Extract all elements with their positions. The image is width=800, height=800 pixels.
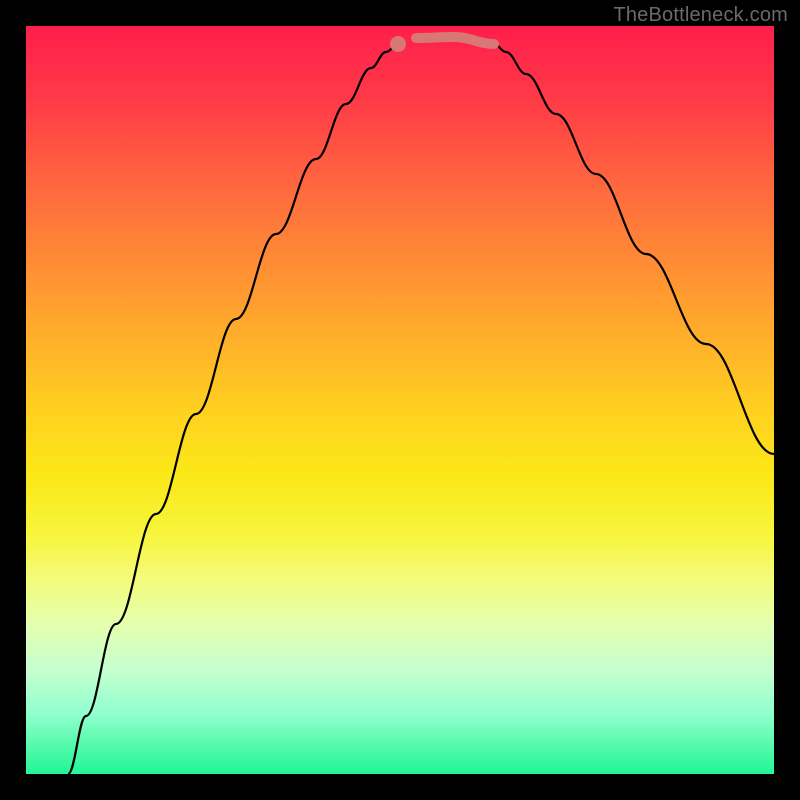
highlight-dot <box>390 36 406 52</box>
highlight-segment <box>416 37 494 44</box>
watermark-text: TheBottleneck.com <box>613 4 788 27</box>
plot-area <box>26 26 774 774</box>
chart-frame: TheBottleneck.com <box>0 0 800 800</box>
curve-svg <box>26 26 774 774</box>
curve-left-branch <box>68 44 398 774</box>
curve-right-branch <box>494 44 774 454</box>
